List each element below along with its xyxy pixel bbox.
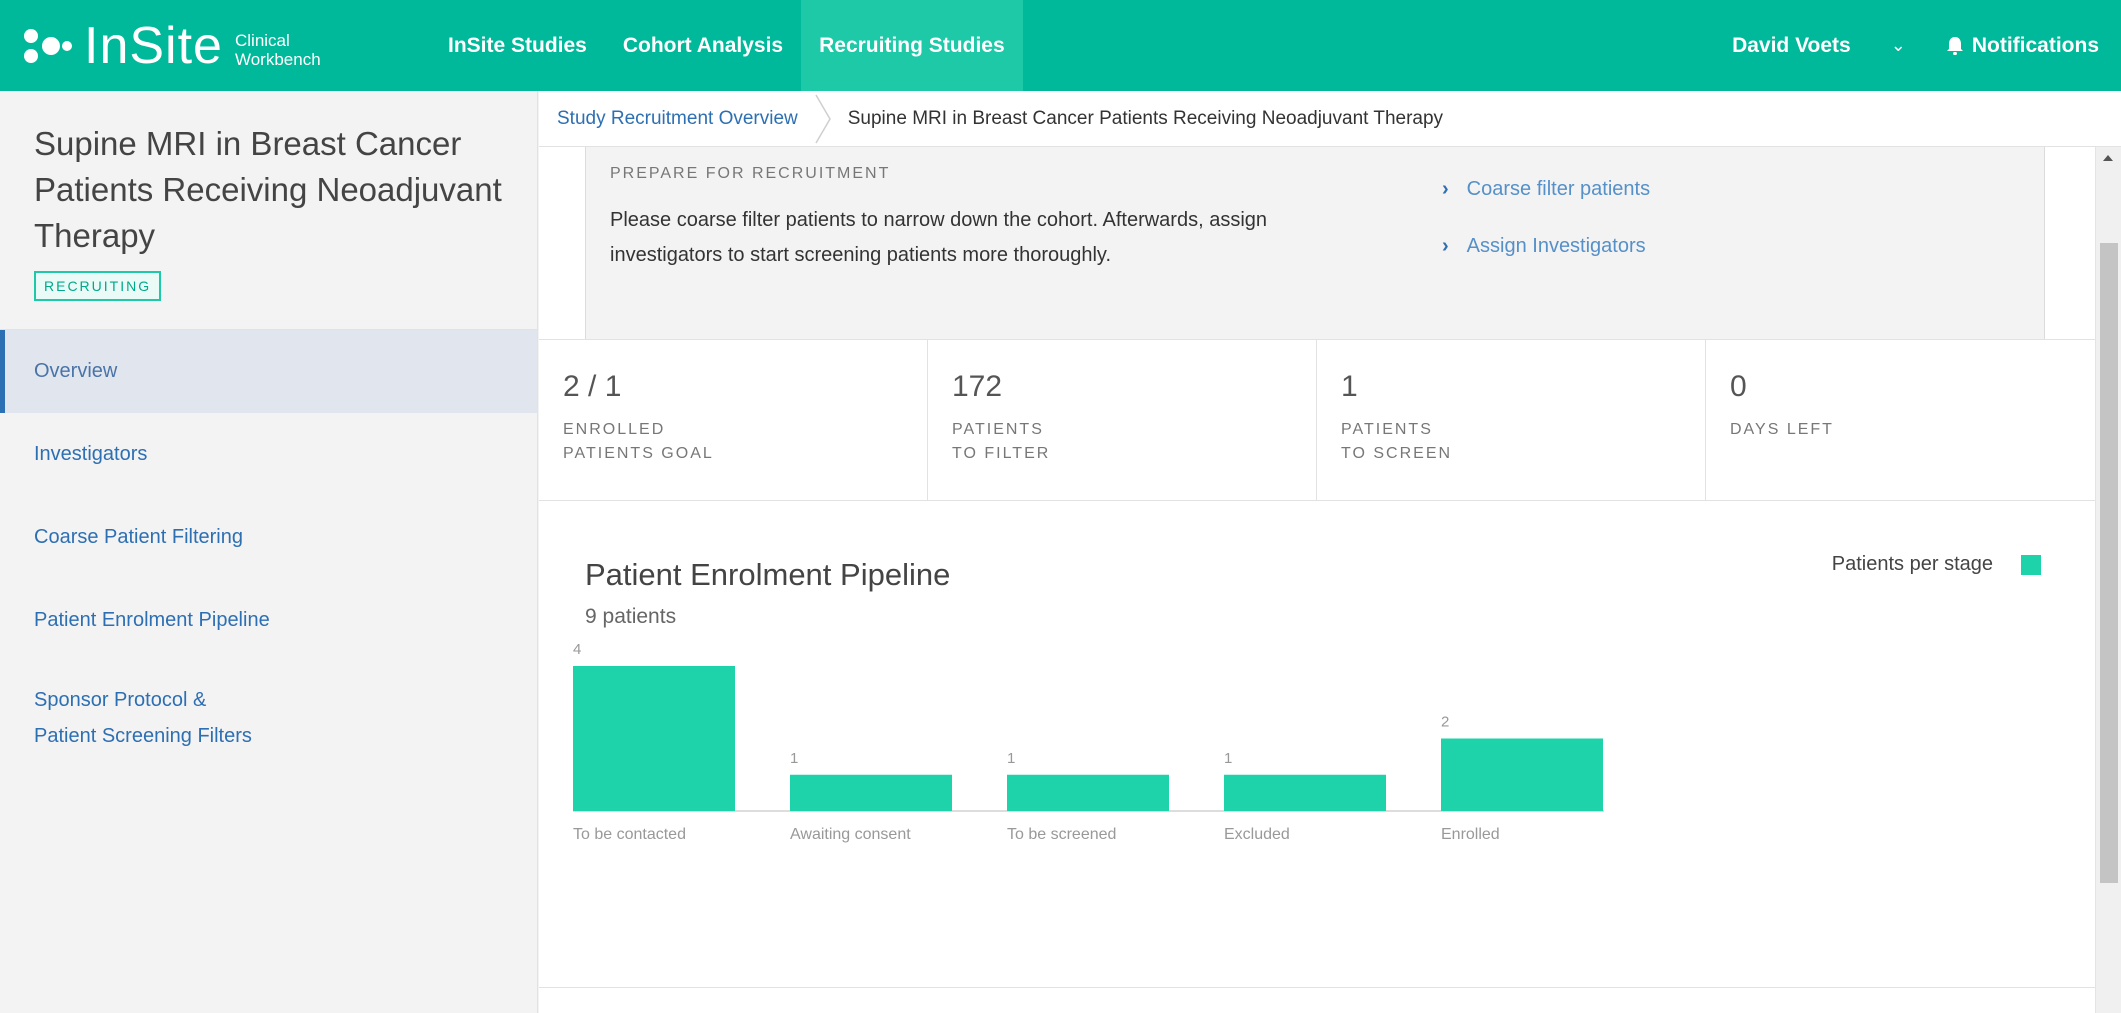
nav-insite-studies[interactable]: InSite Studies bbox=[430, 0, 605, 91]
sidebar: Supine MRI in Breast Cancer Patients Rec… bbox=[0, 91, 538, 1013]
bar-to-be-screened bbox=[1007, 774, 1169, 811]
stats-row: 2 / 1 ENROLLED PATIENTS GOAL 172 PATIENTS… bbox=[539, 339, 2095, 501]
status-badge: RECRUITING bbox=[34, 271, 162, 301]
app-logo[interactable]: InSite Clinical Workbench bbox=[0, 0, 430, 91]
bar-enrolled bbox=[1441, 738, 1603, 811]
category-label: Excluded bbox=[1224, 826, 1290, 843]
enrolment-pipeline-chart: Patient Enrolment Pipeline 9 patients Pa… bbox=[539, 501, 2095, 988]
logo-subtitle: Clinical Workbench bbox=[234, 30, 321, 69]
bar-awaiting-consent bbox=[790, 774, 952, 811]
sidebar-item-label: Patient Screening Filters bbox=[34, 725, 252, 747]
study-title: Supine MRI in Breast Cancer Patients Rec… bbox=[34, 125, 502, 254]
scroll-up-icon[interactable] bbox=[2103, 155, 2113, 161]
logo-text: InSite bbox=[84, 16, 223, 75]
bar-chart: 4 To be contacted 1 Awaiting consent 1 To be … bbox=[573, 641, 1604, 843]
main-content: PREPARE FOR RECRUITMENT Please coarse fi… bbox=[539, 147, 2095, 1013]
nav-recruiting-studies[interactable]: Recruiting Studies bbox=[801, 0, 1023, 91]
prepare-links: › Coarse filter patients › Assign Invest… bbox=[1442, 175, 1650, 289]
scrollbar-thumb[interactable] bbox=[2100, 243, 2118, 883]
stat-value: 0 bbox=[1730, 370, 1747, 403]
top-navbar: InSite Clinical Workbench InSite Studies… bbox=[0, 0, 2121, 91]
chevron-right-icon: › bbox=[1442, 234, 1449, 257]
stat-label: DAYS LEFT bbox=[1730, 421, 1834, 438]
stat-patients-to-filter: 172 PATIENTS TO FILTER bbox=[928, 340, 1317, 500]
sidebar-item-sponsor-protocol[interactable]: Sponsor Protocol & Patient Screening Fil… bbox=[0, 662, 537, 772]
bar-excluded bbox=[1224, 774, 1386, 811]
notifications-label: Notifications bbox=[1971, 33, 2099, 57]
chevron-right-icon: › bbox=[1442, 177, 1449, 200]
stat-value: 172 bbox=[952, 370, 1003, 403]
prepare-text: Please coarse filter patients to narrow … bbox=[610, 209, 1268, 266]
sidebar-item-investigators[interactable]: Investigators bbox=[0, 413, 537, 496]
category-label: To be contacted bbox=[573, 826, 686, 843]
bar-value-label: 2 bbox=[1441, 714, 1449, 731]
stat-enrolled-goal: 2 / 1 ENROLLED PATIENTS GOAL bbox=[539, 340, 928, 500]
bell-icon bbox=[1946, 36, 1963, 55]
sidebar-item-enrolment-pipeline[interactable]: Patient Enrolment Pipeline bbox=[0, 579, 537, 662]
section-divider bbox=[539, 987, 2095, 988]
stat-patients-to-screen: 1 PATIENTS TO SCREEN bbox=[1317, 340, 1706, 500]
logo-dots-icon bbox=[24, 27, 76, 65]
stat-label: PATIENTS TO SCREEN bbox=[1341, 421, 1453, 462]
bar-value-label: 4 bbox=[573, 641, 581, 658]
nav-cohort-analysis[interactable]: Cohort Analysis bbox=[605, 0, 801, 91]
coarse-filter-link[interactable]: › Coarse filter patients bbox=[1442, 175, 1650, 203]
breadcrumb: Study Recruitment Overview Supine MRI in… bbox=[539, 91, 2121, 147]
sidebar-item-overview[interactable]: Overview bbox=[0, 330, 537, 413]
category-label: To be screened bbox=[1007, 826, 1116, 843]
stat-label: PATIENTS TO FILTER bbox=[952, 421, 1051, 462]
breadcrumb-separator-icon bbox=[814, 91, 834, 147]
breadcrumb-current: Supine MRI in Breast Cancer Patients Rec… bbox=[847, 107, 1444, 129]
category-label: Awaiting consent bbox=[790, 826, 911, 843]
category-label: Enrolled bbox=[1441, 826, 1500, 843]
bar-value-label: 1 bbox=[790, 750, 798, 767]
prepare-label: PREPARE FOR RECRUITMENT bbox=[610, 165, 891, 182]
sidebar-item-label: Sponsor Protocol & bbox=[34, 689, 207, 711]
assign-investigators-link[interactable]: › Assign Investigators bbox=[1442, 232, 1650, 260]
bar-to-be-contacted bbox=[573, 666, 735, 811]
chevron-down-icon[interactable]: ⌄ bbox=[1891, 35, 1946, 56]
bar-value-label: 1 bbox=[1224, 750, 1232, 767]
stat-value: 2 / 1 bbox=[563, 370, 622, 403]
sidebar-item-coarse-filtering[interactable]: Coarse Patient Filtering bbox=[0, 496, 537, 579]
stat-value: 1 bbox=[1341, 370, 1358, 403]
notifications-button[interactable]: Notifications bbox=[1946, 34, 2121, 58]
user-menu-name[interactable]: David Voets bbox=[1732, 34, 1891, 58]
prepare-recruitment-panel: PREPARE FOR RECRUITMENT Please coarse fi… bbox=[585, 147, 2045, 339]
stat-label: ENROLLED PATIENTS GOAL bbox=[563, 421, 714, 462]
vertical-scrollbar[interactable] bbox=[2095, 147, 2121, 1013]
breadcrumb-parent-link[interactable]: Study Recruitment Overview bbox=[539, 108, 814, 130]
bar-value-label: 1 bbox=[1007, 750, 1015, 767]
stat-days-left: 0 DAYS LEFT bbox=[1706, 340, 2095, 500]
study-header: Supine MRI in Breast Cancer Patients Rec… bbox=[0, 91, 537, 330]
